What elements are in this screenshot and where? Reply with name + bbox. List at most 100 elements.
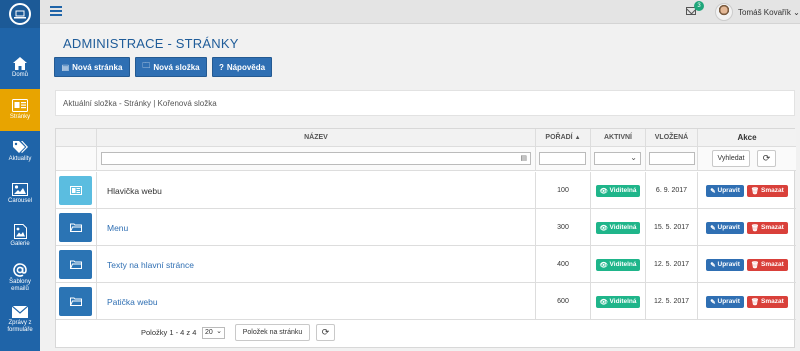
- sidebar-item-carousel[interactable]: Carousel: [0, 173, 40, 215]
- help-label: Nápověda: [226, 62, 266, 72]
- chevron-down-icon: ⌄: [793, 8, 800, 17]
- visible-badge[interactable]: 👁 Viditelná: [596, 221, 640, 234]
- page-size-value: 20: [205, 329, 213, 336]
- trash-icon: 🗑: [750, 187, 760, 195]
- at-icon: [13, 263, 27, 277]
- edit-button[interactable]: ✎ Upravit: [706, 295, 744, 308]
- edit-label: Upravit: [717, 298, 740, 305]
- visible-label: Viditelná: [609, 187, 637, 194]
- newspaper-icon: ▤: [61, 62, 70, 72]
- delete-button[interactable]: 🗑 Smazat: [746, 258, 788, 271]
- pagination-info: Položky 1 - 4 z 4: [141, 328, 197, 337]
- page-size-select[interactable]: 20 ⌄: [202, 327, 225, 339]
- refresh-button[interactable]: ⟳: [757, 150, 776, 167]
- column-header-label: NÁZEV: [304, 134, 328, 141]
- date-filter-input[interactable]: [649, 152, 695, 165]
- edit-label: Upravit: [717, 187, 740, 194]
- delete-button[interactable]: 🗑 Smazat: [746, 295, 788, 308]
- row-name[interactable]: Menu: [97, 209, 536, 246]
- user-menu[interactable]: Tomáš Kovařík ⌄: [738, 8, 800, 17]
- home-icon: [13, 57, 27, 70]
- sort-asc-icon: ▲: [574, 134, 581, 141]
- eye-icon: 👁: [599, 261, 608, 269]
- name-filter-input[interactable]: ▤: [101, 152, 531, 165]
- table-row[interactable]: Texty na hlavní stránce 400 👁 Viditelná …: [56, 246, 796, 283]
- row-active-cell: 👁 Viditelná: [591, 209, 646, 246]
- sidebar-item-label: Aktuality: [8, 156, 32, 162]
- pages-table: NÁZEV POŘADÍ ▲ AKTIVNÍ VLOŽENÁ Akce ▤ ⌄ V…: [55, 128, 796, 348]
- row-date: 15. 5. 2017: [646, 209, 698, 246]
- table-row[interactable]: Patička webu 600 👁 Viditelná 12. 5. 2017…: [56, 283, 796, 320]
- refresh-icon: ⟳: [762, 153, 771, 163]
- sidebar-item-gallery[interactable]: Galerie: [0, 215, 40, 257]
- row-order: 400: [536, 246, 591, 283]
- edit-label: Upravit: [717, 224, 740, 231]
- row-actions: ✎ Upravit 🗑 Smazat: [698, 246, 796, 283]
- edit-label: Upravit: [717, 261, 740, 268]
- filter-cell: [646, 147, 698, 171]
- visible-badge[interactable]: 👁 Viditelná: [596, 258, 640, 271]
- laptop-icon: [9, 3, 31, 25]
- delete-button[interactable]: 🗑 Smazat: [746, 184, 788, 197]
- hamburger-menu-icon[interactable]: [50, 6, 62, 16]
- column-header-actions: Akce: [698, 129, 796, 147]
- row-order: 300: [536, 209, 591, 246]
- edit-icon: ✎: [710, 224, 716, 232]
- edit-button[interactable]: ✎ Upravit: [706, 184, 744, 197]
- icon-column-header: [56, 129, 97, 147]
- sidebar-item-home[interactable]: Domů: [0, 47, 40, 89]
- sidebar-item-form-messages[interactable]: Zprávy z formuláře: [0, 299, 40, 341]
- breadcrumb: Aktuální složka - Stránky | Kořenová slo…: [55, 90, 795, 116]
- per-page-button[interactable]: Položek na stránku: [235, 324, 310, 341]
- delete-label: Smazat: [760, 224, 784, 231]
- edit-button[interactable]: ✎ Upravit: [706, 258, 744, 271]
- row-icon-cell: [56, 209, 97, 246]
- folder-icon[interactable]: [59, 287, 92, 316]
- active-filter-select[interactable]: ⌄: [594, 152, 641, 165]
- visible-badge[interactable]: 👁 Viditelná: [596, 184, 640, 197]
- app-logo[interactable]: [0, 0, 40, 28]
- row-icon-cell: [56, 172, 97, 209]
- column-header-label: VLOŽENÁ: [654, 134, 689, 141]
- table-row[interactable]: Hlavička webu 100 👁 Viditelná 6. 9. 2017…: [56, 172, 796, 209]
- sidebar-item-label: Šablony emailů: [9, 279, 31, 292]
- refresh-button[interactable]: ⟳: [316, 324, 335, 341]
- sidebar-item-pages[interactable]: Stránky: [0, 89, 40, 131]
- folder-icon[interactable]: [59, 250, 92, 279]
- edit-button[interactable]: ✎ Upravit: [706, 221, 744, 234]
- delete-button[interactable]: 🗑 Smazat: [746, 221, 788, 234]
- help-button[interactable]: ? Nápověda: [212, 57, 272, 77]
- trash-icon: 🗑: [750, 261, 760, 269]
- visible-label: Viditelná: [609, 261, 637, 268]
- order-filter-input[interactable]: [539, 152, 586, 165]
- column-header-inserted[interactable]: VLOŽENÁ: [646, 129, 698, 147]
- folder-icon[interactable]: [59, 213, 92, 242]
- sidebar-item-label: Zprávy z formuláře: [7, 320, 33, 333]
- new-page-button[interactable]: ▤ Nová stránka: [54, 57, 130, 77]
- column-header-label: POŘADÍ: [545, 134, 573, 141]
- filter-cell: Vyhledat ⟳: [698, 147, 796, 171]
- row-name[interactable]: Hlavička webu: [97, 172, 536, 209]
- column-header-active[interactable]: AKTIVNÍ: [591, 129, 646, 147]
- page-icon[interactable]: [59, 176, 92, 205]
- search-button[interactable]: Vyhledat: [712, 150, 750, 167]
- row-icon-cell: [56, 246, 97, 283]
- row-actions: ✎ Upravit 🗑 Smazat: [698, 172, 796, 209]
- new-folder-button[interactable]: 🗀 Nová složka: [135, 57, 207, 77]
- row-active-cell: 👁 Viditelná: [591, 283, 646, 320]
- tags-icon: [12, 141, 28, 153]
- sidebar-item-news[interactable]: Aktuality: [0, 131, 40, 173]
- sidebar-item-email-templates[interactable]: Šablony emailů: [0, 257, 40, 299]
- eye-icon: 👁: [599, 187, 608, 195]
- notification-badge: 3: [694, 1, 704, 11]
- row-name[interactable]: Patička webu: [97, 283, 536, 320]
- visible-badge[interactable]: 👁 Viditelná: [596, 295, 640, 308]
- avatar[interactable]: [715, 3, 733, 21]
- eye-icon: 👁: [599, 298, 608, 306]
- column-header-order[interactable]: POŘADÍ ▲: [536, 129, 591, 147]
- table-row[interactable]: Menu 300 👁 Viditelná 15. 5. 2017 ✎ Uprav…: [56, 209, 796, 246]
- row-name[interactable]: Texty na hlavní stránce: [97, 246, 536, 283]
- sidebar: Domů Stránky Aktuality Carousel Galerie …: [0, 0, 40, 351]
- column-header-name[interactable]: NÁZEV: [97, 129, 536, 147]
- sidebar-item-label: Carousel: [7, 198, 32, 204]
